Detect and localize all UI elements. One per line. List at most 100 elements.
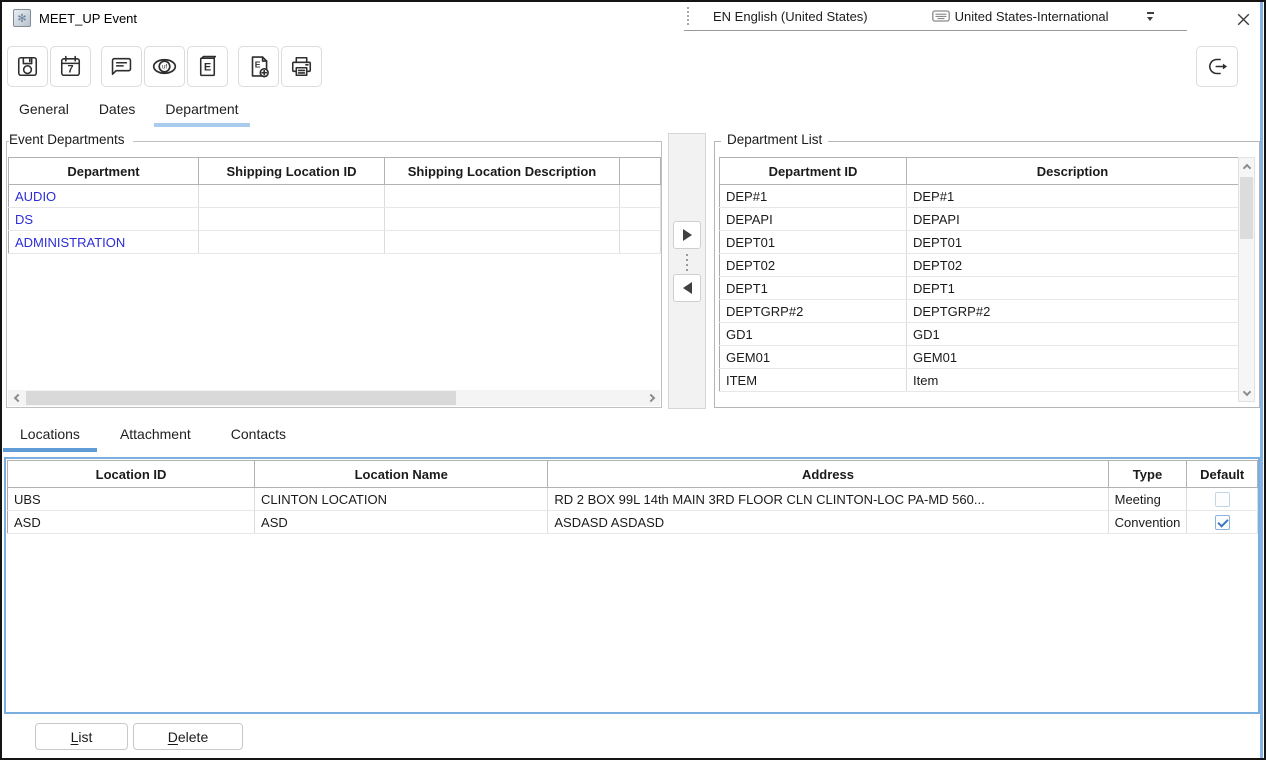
department-list-group: Department List Department IDDescription… xyxy=(714,141,1260,408)
tab-dates[interactable]: Dates xyxy=(88,94,147,127)
exit-button[interactable] xyxy=(1196,46,1238,87)
table-row[interactable]: ITEMItem xyxy=(720,369,1239,392)
vertical-scrollbar[interactable] xyxy=(1238,157,1255,402)
cell: Item xyxy=(907,369,1239,392)
langbar-options-button[interactable] xyxy=(1147,12,1154,21)
table-row[interactable]: DEPT02DEPT02 xyxy=(720,254,1239,277)
column-header: Location Name xyxy=(255,461,548,488)
column-header: Location ID xyxy=(8,461,255,488)
column-header: Description xyxy=(907,158,1239,185)
default-checkbox[interactable] xyxy=(1215,515,1230,530)
cell: RD 2 BOX 99L 14th MAIN 3RD FLOOR CLN CLI… xyxy=(548,488,1108,511)
cell: ASD xyxy=(8,511,255,534)
column-header xyxy=(620,158,661,185)
table-row[interactable]: ASDASDASDASD ASDASDConvention xyxy=(8,511,1258,534)
table-row[interactable]: DEPTGRP#2DEPTGRP#2 xyxy=(720,300,1239,323)
scroll-right-button[interactable] xyxy=(644,390,660,406)
table-row[interactable]: AUDIO xyxy=(9,185,661,208)
table-row[interactable]: DEPT01DEPT01 xyxy=(720,231,1239,254)
cell: DEPTGRP#2 xyxy=(720,300,907,323)
table-row[interactable]: ADMINISTRATION xyxy=(9,231,661,254)
left-arrow-icon xyxy=(683,282,692,294)
horizontal-scrollbar[interactable] xyxy=(8,390,660,406)
comments-button[interactable] xyxy=(101,46,142,87)
table-row[interactable]: DEP#1DEP#1 xyxy=(720,185,1239,208)
svg-text:E: E xyxy=(254,59,260,69)
keyboard-icon xyxy=(932,9,950,23)
table-row[interactable]: DS xyxy=(9,208,661,231)
cell: GD1 xyxy=(907,323,1239,346)
table-row[interactable]: DEPAPIDEPAPI xyxy=(720,208,1239,231)
tab-locations[interactable]: Locations xyxy=(3,419,97,452)
svg-text:uf: uf xyxy=(162,64,167,71)
cell: DEPAPI xyxy=(907,208,1239,231)
add-document-button[interactable]: E xyxy=(238,46,279,87)
cell[interactable]: AUDIO xyxy=(9,185,199,208)
eye-uf-icon: uf xyxy=(151,53,178,80)
cell: DEP#1 xyxy=(720,185,907,208)
cell xyxy=(385,231,620,254)
move-right-button[interactable] xyxy=(673,221,701,249)
move-left-button[interactable] xyxy=(673,274,701,302)
table-row[interactable]: GEM01GEM01 xyxy=(720,346,1239,369)
scrollbar-thumb[interactable] xyxy=(1240,177,1253,239)
department-list-table: Department IDDescriptionDEP#1DEP#1DEPAPI… xyxy=(719,157,1239,392)
cell: ASDASD ASDASD xyxy=(548,511,1108,534)
print-button[interactable] xyxy=(281,46,322,87)
cell[interactable]: ADMINISTRATION xyxy=(9,231,199,254)
cell: ITEM xyxy=(720,369,907,392)
comment-bubble-icon xyxy=(109,54,134,79)
svg-text:E: E xyxy=(204,62,211,74)
detail-tabs: LocationsAttachmentContacts xyxy=(3,419,309,452)
splitter-dots xyxy=(686,254,688,271)
tab-attachment[interactable]: Attachment xyxy=(103,419,208,452)
event-departments-table: DepartmentShipping Location IDShipping L… xyxy=(8,157,661,254)
window-title: MEET_UP Event xyxy=(39,11,137,26)
main-tabs: GeneralDatesDepartment xyxy=(8,94,258,127)
view-user-fields-button[interactable]: uf xyxy=(144,46,185,87)
event-departments-group: Event Departments DepartmentShipping Loc… xyxy=(6,141,662,408)
close-button[interactable] xyxy=(1228,7,1258,32)
table-row[interactable]: DEPT1DEPT1 xyxy=(720,277,1239,300)
cell: UBS xyxy=(8,488,255,511)
tab-general[interactable]: General xyxy=(8,94,80,127)
tab-department[interactable]: Department xyxy=(154,94,249,127)
language-bar[interactable]: EN English (United States) United States… xyxy=(684,2,1187,31)
default-checkbox[interactable] xyxy=(1215,492,1230,507)
keyboard-layout-label[interactable]: United States-International xyxy=(955,9,1109,24)
event-journal-button[interactable]: E xyxy=(187,46,228,87)
cell: DEPAPI xyxy=(720,208,907,231)
cell xyxy=(385,208,620,231)
calendar-button[interactable]: 7 xyxy=(50,46,91,87)
cell: DEPTGRP#2 xyxy=(907,300,1239,323)
svg-text:7: 7 xyxy=(67,63,73,75)
table-row[interactable]: UBSCLINTON LOCATIONRD 2 BOX 99L 14th MAI… xyxy=(8,488,1258,511)
scroll-left-button[interactable] xyxy=(8,390,24,406)
scroll-up-button[interactable] xyxy=(1239,158,1254,174)
save-button[interactable] xyxy=(7,46,48,87)
cell: Meeting xyxy=(1108,488,1187,511)
language-label[interactable]: EN English (United States) xyxy=(713,9,868,24)
langbar-grip[interactable] xyxy=(687,7,689,25)
delete-button[interactable]: Delete xyxy=(133,723,243,750)
scrollbar-thumb[interactable] xyxy=(26,391,456,405)
right-arrow-icon xyxy=(683,229,692,241)
cell xyxy=(620,185,661,208)
cell[interactable]: DS xyxy=(9,208,199,231)
column-header: Department ID xyxy=(720,158,907,185)
cell: GEM01 xyxy=(907,346,1239,369)
tab-contacts[interactable]: Contacts xyxy=(214,419,303,452)
printer-icon xyxy=(289,54,314,79)
table-row[interactable]: GD1GD1 xyxy=(720,323,1239,346)
list-button[interactable]: List xyxy=(35,723,128,750)
column-header: Department xyxy=(9,158,199,185)
cell: DEPT02 xyxy=(720,254,907,277)
close-icon xyxy=(1236,12,1251,27)
sign-out-icon xyxy=(1205,54,1230,79)
cell xyxy=(620,208,661,231)
journal-e-icon: E xyxy=(195,54,220,79)
floppy-disk-icon xyxy=(15,54,40,79)
column-header: Type xyxy=(1108,461,1187,488)
cell xyxy=(620,231,661,254)
scroll-down-button[interactable] xyxy=(1239,385,1254,401)
